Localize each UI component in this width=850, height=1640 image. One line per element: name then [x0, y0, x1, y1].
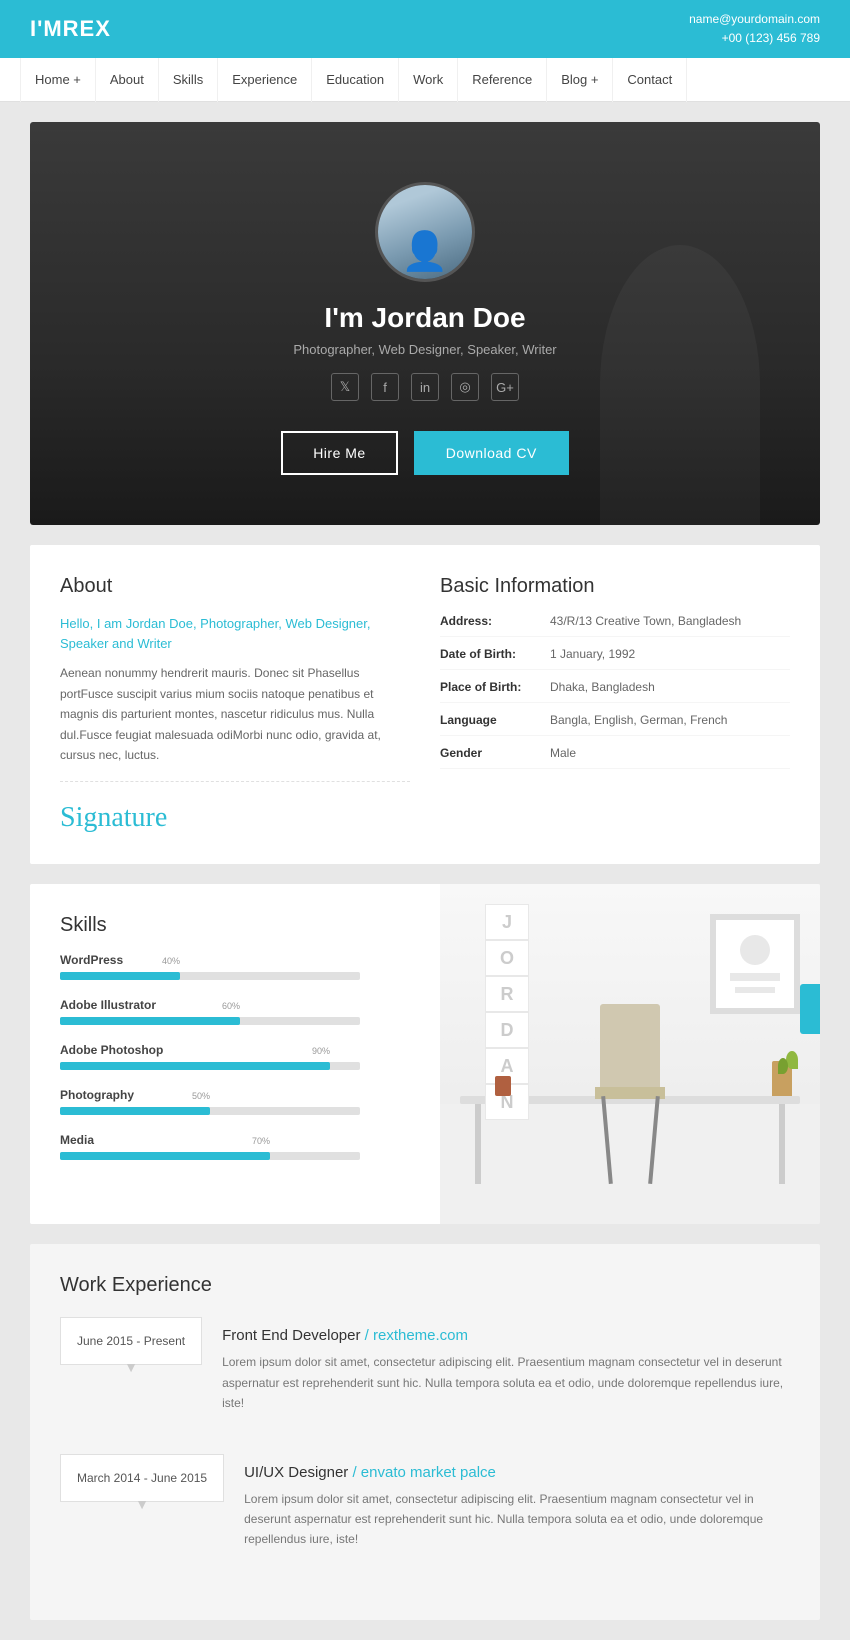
facebook-icon[interactable]: f: [371, 373, 399, 401]
skill-name: Photography: [60, 1088, 410, 1102]
nav-blog[interactable]: Blog +: [547, 58, 613, 102]
header: I'MREX name@yourdomain.com +00 (123) 456…: [0, 0, 850, 58]
info-row-gender: Gender Male: [440, 746, 790, 769]
skill-bar-bg: [60, 1062, 360, 1070]
nav-education[interactable]: Education: [312, 58, 399, 102]
skill-item: WordPress: [60, 953, 410, 980]
social-icons-row: 𝕏 f in ◎ G+: [60, 373, 790, 401]
google-plus-icon[interactable]: G+: [491, 373, 519, 401]
nav-work[interactable]: Work: [399, 58, 458, 102]
timeline-date: March 2014 - June 2015: [60, 1454, 224, 1502]
skill-name: WordPress: [60, 953, 410, 967]
skill-bar-fill: [60, 1152, 270, 1160]
info-row-address: Address: 43/R/13 Creative Town, Banglade…: [440, 614, 790, 637]
nav-contact[interactable]: Contact: [613, 58, 687, 102]
nav-skills[interactable]: Skills: [159, 58, 218, 102]
hire-me-button[interactable]: Hire Me: [281, 431, 398, 475]
about-title: About: [60, 575, 410, 598]
language-value: Bangla, English, German, French: [550, 713, 727, 727]
avatar: 👤: [375, 182, 475, 282]
experience-title: Work Experience: [60, 1274, 790, 1297]
skill-bar-bg: [60, 1017, 360, 1025]
info-row-language: Language Bangla, English, German, French: [440, 713, 790, 736]
skill-item: Adobe Illustrator: [60, 998, 410, 1025]
navbar: Home + About Skills Experience Education…: [0, 58, 850, 102]
contact-phone: +00 (123) 456 789: [689, 29, 820, 48]
dob-label: Date of Birth:: [440, 647, 550, 661]
job-title: UI/UX Designer / envato market palce: [244, 1464, 790, 1481]
skill-bar-fill: [60, 1062, 330, 1070]
download-cv-button[interactable]: Download CV: [414, 431, 569, 475]
about-text: Aenean nonummy hendrerit mauris. Donec s…: [60, 663, 410, 765]
hero-name: I'm Jordan Doe: [60, 302, 790, 334]
header-contact: name@yourdomain.com +00 (123) 456 789: [689, 10, 820, 48]
info-table: Address: 43/R/13 Creative Town, Banglade…: [440, 614, 790, 769]
company-link[interactable]: / envato market palce: [352, 1464, 495, 1481]
logo: I'MREX: [30, 16, 111, 42]
linkedin-icon[interactable]: in: [411, 373, 439, 401]
skill-bar-fill: [60, 1017, 240, 1025]
skills-list: WordPress Adobe Illustrator Adobe Photos…: [60, 953, 410, 1160]
pob-label: Place of Birth:: [440, 680, 550, 694]
about-section: About Hello, I am Jordan Doe, Photograph…: [30, 545, 820, 864]
skill-item: Photography: [60, 1088, 410, 1115]
job-description: Lorem ipsum dolor sit amet, consectetur …: [244, 1489, 790, 1550]
timeline-content: UI/UX Designer / envato market palce Lor…: [244, 1454, 790, 1560]
skill-bar-bg: [60, 1107, 360, 1115]
skill-name: Adobe Photoshop: [60, 1043, 410, 1057]
timeline: June 2015 - Present Front End Developer …: [60, 1317, 790, 1559]
address-value: 43/R/13 Creative Town, Bangladesh: [550, 614, 741, 628]
timeline-date: June 2015 - Present: [60, 1317, 202, 1365]
info-row-dob: Date of Birth: 1 January, 1992: [440, 647, 790, 670]
timeline-item: March 2014 - June 2015 UI/UX Designer / …: [60, 1454, 790, 1560]
hero-section: 👤 I'm Jordan Doe Photographer, Web Desig…: [30, 122, 820, 525]
cyan-decoration: [800, 984, 820, 1034]
hero-title: Photographer, Web Designer, Speaker, Wri…: [60, 342, 790, 357]
skills-left: Skills WordPress Adobe Illustrator Adobe…: [30, 884, 440, 1224]
skill-item: Adobe Photoshop: [60, 1043, 410, 1070]
basic-info: Basic Information Address: 43/R/13 Creat…: [440, 575, 790, 834]
about-divider: [60, 781, 410, 782]
address-label: Address:: [440, 614, 550, 628]
skills-section: Skills WordPress Adobe Illustrator Adobe…: [30, 884, 820, 1224]
contact-email: name@yourdomain.com: [689, 10, 820, 29]
company-link[interactable]: / rextheme.com: [365, 1327, 468, 1344]
avatar-image: 👤: [378, 185, 472, 279]
pob-value: Dhaka, Bangladesh: [550, 680, 655, 694]
dob-value: 1 January, 1992: [550, 647, 635, 661]
skill-bar-fill: [60, 1107, 210, 1115]
hero-buttons: Hire Me Download CV: [60, 431, 790, 475]
signature: Signature: [60, 802, 410, 834]
timeline-content: Front End Developer / rextheme.com Lorem…: [222, 1317, 790, 1423]
skill-bar-bg: [60, 972, 360, 980]
skills-title: Skills: [60, 914, 410, 937]
about-highlight: Hello, I am Jordan Doe, Photographer, We…: [60, 614, 410, 653]
gender-value: Male: [550, 746, 576, 760]
skill-name: Media: [60, 1133, 410, 1147]
nav-reference[interactable]: Reference: [458, 58, 547, 102]
skill-item: Media: [60, 1133, 410, 1160]
twitter-icon[interactable]: 𝕏: [331, 373, 359, 401]
gender-label: Gender: [440, 746, 550, 760]
nav-about[interactable]: About: [96, 58, 159, 102]
skill-bar-bg: [60, 1152, 360, 1160]
basic-info-title: Basic Information: [440, 575, 790, 598]
skill-bar-fill: [60, 972, 180, 980]
job-title: Front End Developer / rextheme.com: [222, 1327, 790, 1344]
nav-experience[interactable]: Experience: [218, 58, 312, 102]
nav-home[interactable]: Home +: [20, 58, 96, 102]
instagram-icon[interactable]: ◎: [451, 373, 479, 401]
language-label: Language: [440, 713, 550, 727]
skills-illustration: J O R D A N: [440, 884, 820, 1224]
job-description: Lorem ipsum dolor sit amet, consectetur …: [222, 1352, 790, 1413]
about-left: About Hello, I am Jordan Doe, Photograph…: [60, 575, 410, 834]
desk-image: J O R D A N: [440, 884, 820, 1224]
info-row-pob: Place of Birth: Dhaka, Bangladesh: [440, 680, 790, 703]
timeline-item: June 2015 - Present Front End Developer …: [60, 1317, 790, 1423]
experience-section: Work Experience June 2015 - Present Fron…: [30, 1244, 820, 1619]
